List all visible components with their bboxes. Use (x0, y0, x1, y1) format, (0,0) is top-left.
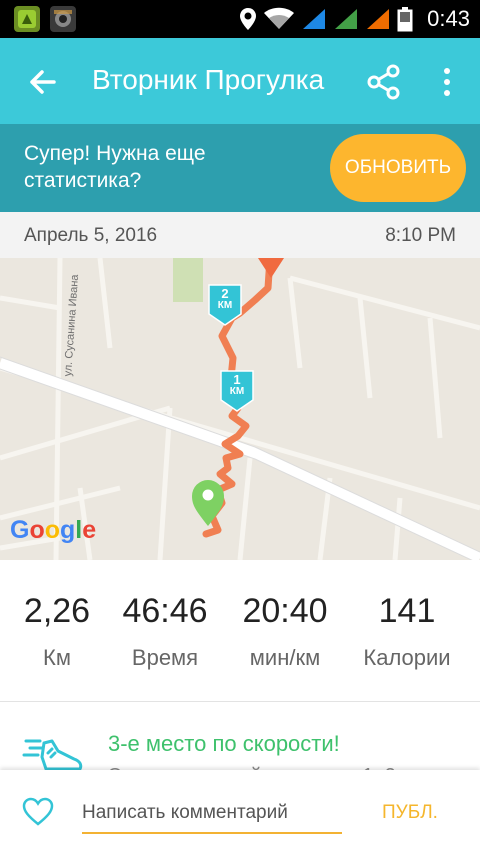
route-map[interactable]: 2 КМ 1 КМ ул. Сусанина Ивана Google (0, 258, 480, 560)
upgrade-banner: Супер! Нужна еще статистика? ОБНОВИТЬ (0, 124, 480, 212)
signal-icon (335, 9, 358, 29)
share-button[interactable] (364, 60, 404, 104)
app-notification-icon (14, 6, 40, 32)
heart-icon (22, 797, 54, 826)
km-marker-value: 1 (233, 372, 241, 387)
upgrade-text: Супер! Нужна еще статистика? (24, 142, 206, 192)
google-logo: Google (10, 516, 97, 544)
stat-value: 46:46 (122, 592, 208, 630)
signal-icon (367, 9, 390, 29)
stat-calories: 141 Калории (352, 592, 462, 671)
page-title: Вторник Прогулка (92, 64, 325, 95)
post-comment-button[interactable]: ПУБЛ. (382, 802, 438, 824)
stat-label: Калории (363, 645, 451, 670)
stat-value: 2,26 (23, 592, 91, 630)
wifi-icon (264, 7, 295, 29)
more-vert-icon (444, 68, 450, 96)
km-marker[interactable]: 2 КМ (208, 284, 242, 326)
stat-label: Время (131, 645, 199, 670)
camera-app-icon (50, 6, 76, 32)
achievement-card[interactable]: 3-е место по скорости! Это ваш лучший ре… (0, 703, 480, 775)
km-marker-value: 2 (221, 286, 229, 301)
achievement-title: 3-е место по скорости! (108, 731, 340, 756)
notification-icons (14, 6, 76, 32)
stat-pace: 20:40 мин/км (230, 592, 340, 671)
stat-label: мин/км (249, 645, 321, 670)
screen: 0:43 Вторник Прогулка Супер! Нужна еще с… (0, 0, 480, 854)
app-bar: Вторник Прогулка (0, 38, 480, 124)
running-shoe-icon (22, 739, 83, 771)
stat-distance: 2,26 Км (14, 592, 100, 671)
stat-value: 141 (378, 592, 436, 630)
system-icons: 0:43 (239, 0, 470, 38)
more-options-button[interactable] (432, 60, 462, 104)
status-bar: 0:43 (0, 0, 480, 38)
signal-icon (303, 9, 326, 29)
workout-date: Апрель 5, 2016 (24, 225, 158, 246)
workout-time: 8:10 PM (385, 225, 456, 246)
upgrade-button[interactable]: ОБНОВИТЬ (330, 134, 466, 202)
km-marker[interactable]: 1 КМ (220, 370, 254, 412)
workout-stats: 2,26 Км 46:46 Время 20:40 мин/км 141 Кал… (0, 560, 480, 702)
stat-value: 20:40 (242, 592, 328, 630)
battery-icon (397, 7, 413, 32)
share-icon (367, 64, 400, 100)
finish-pin-icon (258, 258, 284, 278)
like-button[interactable] (22, 796, 54, 828)
location-icon (240, 8, 257, 30)
start-pin-icon (192, 480, 224, 526)
workout-date-row: Апрель 5, 2016 8:10 PM (0, 212, 480, 258)
back-arrow-icon (30, 70, 56, 94)
stat-label: Км (43, 645, 71, 670)
back-button[interactable] (20, 60, 64, 104)
status-time: 0:43 (427, 6, 470, 31)
comment-input[interactable] (82, 794, 342, 834)
comment-bar: ПУБЛ. (0, 770, 480, 854)
km-marker-unit: КМ (217, 300, 233, 311)
stat-duration: 46:46 Время (110, 592, 220, 671)
km-marker-unit: КМ (229, 386, 245, 397)
